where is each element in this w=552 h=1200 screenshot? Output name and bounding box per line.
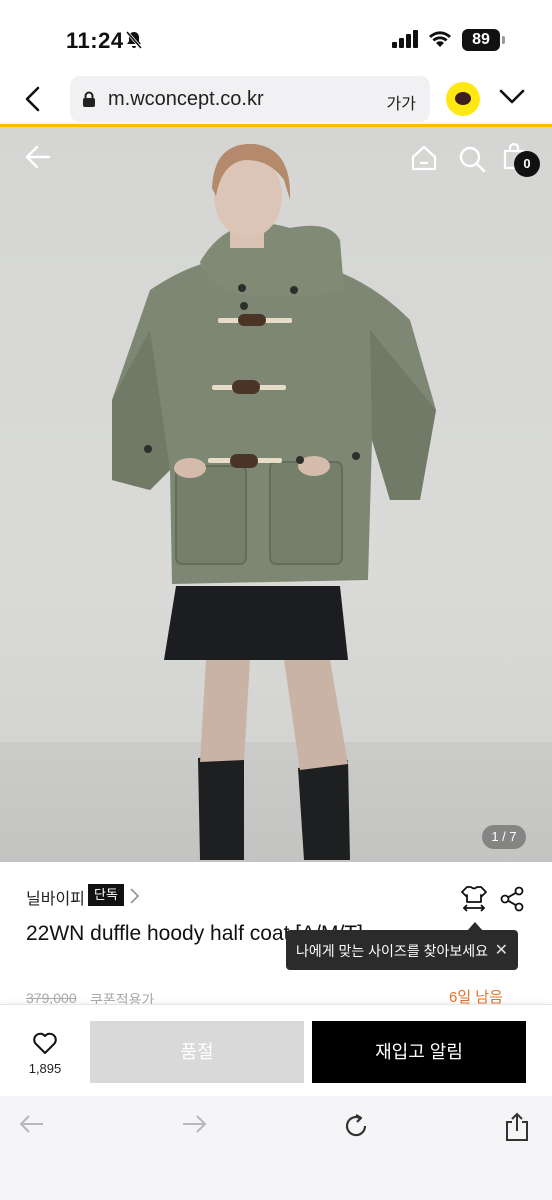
exclusive-badge: 단독 bbox=[88, 884, 124, 906]
cart-count-badge: 0 bbox=[514, 151, 540, 177]
battery-icon: 89 bbox=[462, 29, 500, 51]
size-tooltip: 나에게 맞는 사이즈를 찾아보세요 ✕ bbox=[286, 930, 518, 970]
restock-alert-button[interactable]: 재입고 알림 bbox=[312, 1021, 526, 1083]
browser-toolbar bbox=[0, 1096, 552, 1200]
gallery-back-arrow-icon[interactable] bbox=[24, 143, 52, 176]
image-page-indicator: 1 / 7 bbox=[482, 825, 526, 849]
size-tooltip-text: 나에게 맞는 사이즈를 찾아보세요 bbox=[296, 943, 488, 959]
brand-name-link[interactable]: 닐바이피 bbox=[26, 885, 85, 909]
status-time: 11:24 bbox=[66, 28, 124, 53]
lock-icon bbox=[82, 91, 96, 112]
size-guide-icon[interactable] bbox=[460, 884, 488, 917]
cellular-signal-icon bbox=[392, 30, 420, 53]
soldout-button: 품절 bbox=[90, 1021, 304, 1083]
product-photo bbox=[112, 143, 436, 860]
close-icon[interactable]: ✕ bbox=[495, 940, 508, 960]
search-icon[interactable] bbox=[458, 145, 486, 178]
url-field[interactable]: m.wconcept.co.kr 가가 bbox=[70, 76, 430, 122]
product-image-gallery[interactable] bbox=[0, 127, 552, 862]
status-bar: 11:24 89 bbox=[0, 0, 552, 76]
like-count: 1,895 bbox=[28, 1061, 62, 1076]
url-text: m.wconcept.co.kr bbox=[108, 88, 264, 110]
forward-arrow-icon[interactable] bbox=[180, 1112, 208, 1141]
browser-address-bar: m.wconcept.co.kr 가가 bbox=[0, 76, 552, 124]
home-icon[interactable] bbox=[410, 145, 438, 176]
chevron-right-icon[interactable] bbox=[128, 887, 140, 910]
chevron-down-icon[interactable] bbox=[498, 88, 526, 111]
purchase-action-bar: 1,895 품절 재입고 알림 bbox=[0, 1004, 552, 1096]
text-size-button[interactable]: 가가 bbox=[387, 90, 416, 114]
back-arrow-icon[interactable] bbox=[18, 1112, 46, 1141]
kakaotalk-icon[interactable] bbox=[446, 82, 480, 116]
share-icon[interactable] bbox=[500, 886, 524, 917]
silent-bell-icon bbox=[124, 30, 144, 55]
battery-tip bbox=[502, 36, 505, 44]
heart-icon[interactable] bbox=[22, 1031, 68, 1060]
browser-back-icon[interactable] bbox=[22, 86, 46, 117]
share-sheet-icon[interactable] bbox=[504, 1112, 530, 1147]
reload-icon[interactable] bbox=[342, 1112, 370, 1145]
wifi-icon bbox=[427, 28, 453, 53]
